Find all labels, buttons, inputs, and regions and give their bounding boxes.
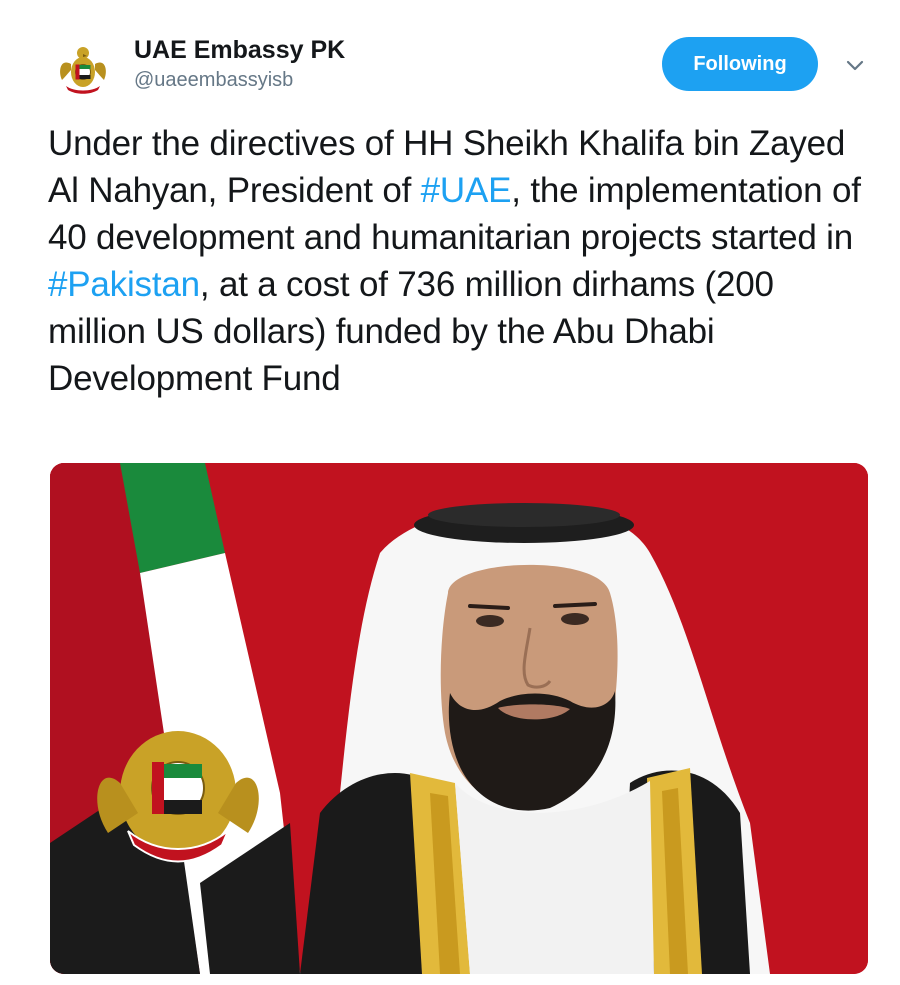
author-handle[interactable]: @uaeembassyisb xyxy=(134,69,293,92)
uae-emblem-icon xyxy=(60,47,106,94)
tweet-text: Under the directives of HH Sheikh Khalif… xyxy=(48,120,878,402)
tweet-card: UAE Embassy PK @uaeembassyisb Following … xyxy=(0,0,900,985)
tweet-photo[interactable] xyxy=(50,463,868,974)
hashtag-link-uae[interactable]: #UAE xyxy=(421,171,512,210)
author-display-name[interactable]: UAE Embassy PK xyxy=(134,36,345,65)
author-avatar[interactable] xyxy=(52,36,114,98)
hashtag-link-pakistan[interactable]: #Pakistan xyxy=(48,265,200,304)
chevron-down-icon xyxy=(846,60,864,71)
following-button[interactable]: Following xyxy=(662,37,818,91)
portrait-photo-image xyxy=(50,463,868,974)
tweet-menu-button[interactable] xyxy=(840,53,870,79)
